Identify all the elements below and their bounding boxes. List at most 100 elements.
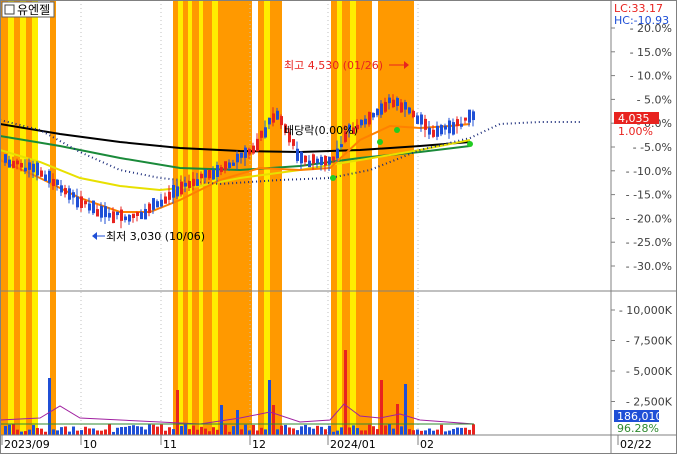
current-price: 4,035 xyxy=(618,112,650,125)
volume-bar xyxy=(200,426,203,435)
candle-body xyxy=(100,205,103,218)
volume-percent: 96.28% xyxy=(617,422,659,435)
candle-body xyxy=(380,103,383,115)
candle-body xyxy=(244,147,247,158)
candle-body xyxy=(216,164,219,178)
candle-body xyxy=(376,108,379,116)
candle-body xyxy=(160,199,163,207)
candle-body xyxy=(192,178,195,187)
volume-bar xyxy=(464,427,467,435)
candle-body xyxy=(424,118,427,130)
volume-tag: 186,010 96.28% xyxy=(614,410,663,435)
candle-body xyxy=(220,167,223,172)
date-tick-label: 2023/09 xyxy=(4,438,50,451)
volume-bar xyxy=(216,429,219,435)
candle-body xyxy=(300,151,303,164)
candle-body xyxy=(292,139,295,146)
volume-bar xyxy=(304,424,307,435)
volume-bar xyxy=(240,429,243,435)
volume-bar xyxy=(376,429,379,435)
volume-bar xyxy=(12,424,15,435)
volume-bar xyxy=(132,425,135,435)
volume-bar xyxy=(184,424,187,435)
volume-bar xyxy=(208,431,211,435)
price-tick-label: - 20.0% xyxy=(630,22,672,35)
candle-body xyxy=(432,129,435,137)
price-tick-label: - 15.0% xyxy=(630,46,672,59)
volume-bar xyxy=(300,426,303,435)
volume-bar xyxy=(236,410,239,435)
candle-body xyxy=(168,191,171,200)
volume-bar xyxy=(76,430,79,435)
candle-body xyxy=(108,213,111,218)
volume-bar xyxy=(468,429,471,435)
candle-body xyxy=(56,179,59,185)
volume-bar xyxy=(60,427,63,435)
volume-bar xyxy=(116,427,119,435)
signal-dot xyxy=(467,141,473,147)
volume-bar xyxy=(408,429,411,435)
candle-body xyxy=(412,110,415,118)
volume-bar xyxy=(72,426,75,435)
candle-body xyxy=(280,116,283,126)
volume-bar xyxy=(264,429,267,435)
volume-bar xyxy=(136,426,139,435)
volume-bar xyxy=(280,425,283,435)
volume-bar xyxy=(8,424,11,435)
candle-body xyxy=(48,170,51,183)
candle-body xyxy=(252,145,255,154)
signal-dot xyxy=(394,127,400,133)
candle-body xyxy=(200,173,203,179)
price-tick-label: - -15.0% xyxy=(626,189,672,202)
stock-title[interactable]: 유엔젤 xyxy=(1,1,55,18)
volume-bar xyxy=(4,426,7,435)
candle-body xyxy=(60,185,63,193)
candle-body xyxy=(104,206,107,218)
volume-bar xyxy=(424,430,427,435)
volume-bar xyxy=(128,425,131,435)
candle-body xyxy=(196,179,199,186)
candle-body xyxy=(24,167,27,172)
candle-body xyxy=(52,179,55,187)
volume-bar xyxy=(64,426,67,435)
volume-bar xyxy=(336,430,339,435)
volume-bar xyxy=(364,430,367,435)
volume-bar xyxy=(428,428,431,435)
candle-body xyxy=(212,169,215,180)
candle-body xyxy=(436,125,439,137)
candle-body xyxy=(276,110,279,120)
stock-chart-window: 유엔젤 LC:33.17 HC:-10.93 - 20.0% - 15.0% - 1… xyxy=(0,0,677,454)
dividend-label: 배당락(0.00%) xyxy=(284,124,358,137)
candle-body xyxy=(320,156,323,166)
volume-bar xyxy=(204,428,207,435)
candle-body xyxy=(456,119,459,127)
volume-bar xyxy=(296,430,299,435)
stock-chart[interactable]: 유엔젤 LC:33.17 HC:-10.93 - 20.0%- 15.0%- 1… xyxy=(0,0,677,454)
candle-body xyxy=(308,160,311,168)
volume-bar xyxy=(252,424,255,435)
candle-body xyxy=(68,188,71,200)
candle-body xyxy=(76,196,79,208)
candle-body xyxy=(12,160,15,168)
checkbox-icon[interactable] xyxy=(4,4,15,15)
candle-body xyxy=(248,148,251,155)
volume-bar xyxy=(212,427,215,435)
candle-body xyxy=(184,182,187,187)
volume-bar xyxy=(48,378,51,435)
volume-bar xyxy=(164,430,167,435)
volume-bar xyxy=(32,425,35,435)
candle-body xyxy=(296,148,299,161)
candle-body xyxy=(172,185,175,198)
candle-body xyxy=(368,112,371,125)
volume-bar xyxy=(140,426,143,435)
candle-body xyxy=(472,111,475,121)
volume-bar xyxy=(80,430,83,435)
volume-bar xyxy=(188,429,191,435)
volume-bar xyxy=(156,426,159,435)
candle-body xyxy=(392,99,395,108)
candle-body xyxy=(256,138,259,152)
volume-bar xyxy=(108,424,111,435)
candle-body xyxy=(336,148,339,159)
volume-bar xyxy=(416,429,419,435)
volume-bar xyxy=(176,390,179,435)
